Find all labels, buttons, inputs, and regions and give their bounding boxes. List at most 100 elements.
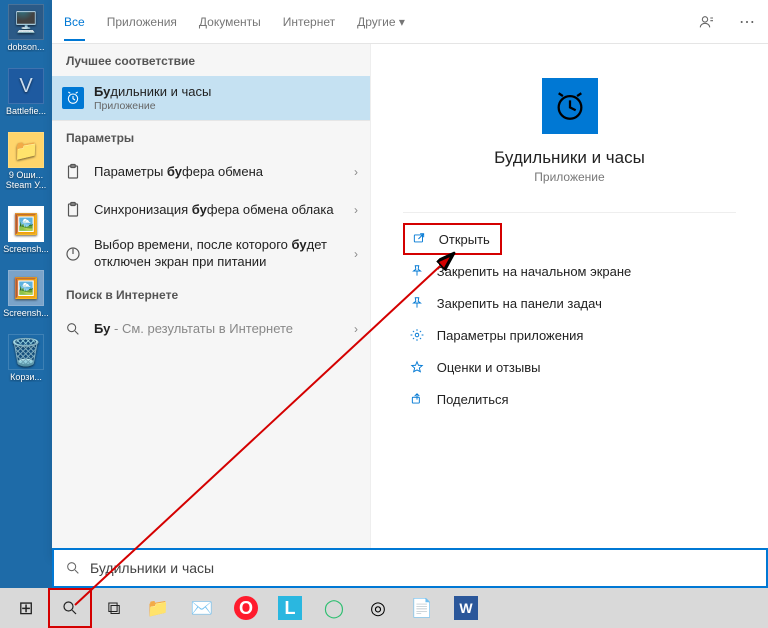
tab-more[interactable]: Другие ▾ — [357, 3, 405, 41]
app-tile — [542, 78, 598, 134]
results-list: Лучшее соответствие Будильники и часы Пр… — [52, 44, 370, 560]
app-icon: L — [278, 596, 302, 620]
action-label: Закрепить на панели задач — [437, 296, 602, 311]
tab-documents[interactable]: Документы — [199, 3, 261, 41]
opera-icon: O — [234, 596, 258, 620]
action-label: Параметры приложения — [437, 328, 584, 343]
alarm-clock-icon — [62, 87, 84, 109]
recycle-bin-icon: 🗑️ — [8, 334, 44, 370]
gear-icon — [409, 327, 425, 343]
clipboard-icon — [62, 199, 84, 221]
desktop-icon-label: Screensh... — [2, 308, 50, 318]
windows-icon: ⊞ — [18, 598, 33, 619]
desktop-icon-label: dobson... — [2, 42, 50, 52]
mail-icon: ✉️ — [191, 598, 213, 619]
taskbar-search-button[interactable] — [48, 588, 92, 628]
desktop-icon-glyph: V — [8, 68, 44, 104]
share-icon — [409, 391, 425, 407]
tab-all[interactable]: Все — [64, 3, 85, 41]
desktop-icon-glyph: 🖥️ — [8, 4, 44, 40]
search-icon — [61, 599, 79, 617]
section-web: Поиск в Интернете — [52, 278, 370, 310]
result-settings-power[interactable]: Выбор времени, после которого будет откл… — [52, 229, 370, 278]
action-label: Закрепить на начальном экране — [437, 264, 632, 279]
tab-web[interactable]: Интернет — [283, 3, 335, 41]
search-icon — [62, 318, 84, 340]
result-web-search[interactable]: Бу - См. результаты в Интернете › — [52, 310, 370, 348]
desktop: 🖥️ dobson... V Battlefie... 📁9 Оши... Stea… — [0, 0, 52, 560]
tab-apps[interactable]: Приложения — [107, 3, 177, 41]
start-button[interactable]: ⊞ — [4, 588, 48, 628]
app-type: Приложение — [534, 170, 604, 184]
search-icon — [64, 559, 82, 577]
taskbar-opera[interactable]: O — [224, 588, 268, 628]
action-reviews[interactable]: Оценки и отзывы — [403, 351, 736, 383]
action-pin-taskbar[interactable]: Закрепить на панели задач — [403, 287, 736, 319]
action-open[interactable]: Открыть — [403, 223, 502, 255]
action-label: Поделиться — [437, 392, 509, 407]
taskbar-mail[interactable]: ✉️ — [180, 588, 224, 628]
taskbar-app-l[interactable]: L — [268, 588, 312, 628]
desktop-icon[interactable]: V Battlefie... — [2, 68, 50, 116]
chevron-right-icon: › — [354, 203, 358, 217]
desktop-icon[interactable]: 🗑️ Корзи... — [2, 334, 50, 382]
result-title: Выбор времени, после которого будет откл… — [94, 237, 344, 270]
folder-icon: 📁 — [147, 598, 169, 619]
orb-icon: ◯ — [324, 598, 344, 619]
details-pane: Будильники и часы Приложение Открыть Зак… — [370, 44, 768, 560]
taskbar: ⊞ ⧉ 📁 ✉️ O L ◯ ◎ 📄 W — [0, 588, 768, 628]
power-icon — [62, 243, 84, 265]
desktop-icon[interactable]: 🖥️ dobson... — [2, 4, 50, 52]
search-tabs: Все Приложения Документы Интернет Другие… — [52, 0, 768, 44]
result-best-match[interactable]: Будильники и часы Приложение — [52, 76, 370, 120]
open-icon — [411, 231, 427, 247]
pin-icon — [409, 263, 425, 279]
taskbar-word[interactable]: W — [444, 588, 488, 628]
desktop-icon-label: Battlefie... — [2, 106, 50, 116]
chevron-right-icon: › — [354, 165, 358, 179]
task-view-button[interactable]: ⧉ — [92, 588, 136, 628]
result-subtitle: Приложение — [94, 100, 358, 112]
taskbar-chrome[interactable]: ◎ — [356, 588, 400, 628]
taskbar-doc[interactable]: 📄 — [400, 588, 444, 628]
chevron-right-icon: › — [354, 322, 358, 336]
folder-icon: 📁 — [8, 132, 44, 168]
result-title: Бу - См. результаты в Интернете — [94, 321, 344, 337]
result-settings-clipboard[interactable]: Параметры буфера обмена › — [52, 153, 370, 191]
action-share[interactable]: Поделиться — [403, 383, 736, 415]
more-icon[interactable]: ⋯ — [738, 13, 756, 31]
pin-icon — [409, 295, 425, 311]
image-icon: 🖼️ — [8, 270, 44, 306]
star-icon — [409, 359, 425, 375]
action-label: Оценки и отзывы — [437, 360, 541, 375]
clipboard-icon — [62, 161, 84, 183]
result-title: Синхронизация буфера обмена облака — [94, 202, 344, 218]
action-pin-start[interactable]: Закрепить на начальном экране — [403, 255, 736, 287]
result-title: Параметры буфера обмена — [94, 164, 344, 180]
desktop-icon[interactable]: 🖼️ Screensh... — [2, 270, 50, 318]
word-icon: W — [454, 596, 478, 620]
search-input[interactable] — [90, 560, 756, 576]
result-title: Будильники и часы — [94, 84, 358, 100]
desktop-icon-label: 9 Оши... Steam У... — [2, 170, 50, 190]
desktop-icon-label: Корзи... — [2, 372, 50, 382]
desktop-icon[interactable]: 🖼️ Screensh... — [2, 206, 50, 254]
desktop-icon[interactable]: 📁9 Оши... Steam У... — [2, 132, 50, 190]
action-app-settings[interactable]: Параметры приложения — [403, 319, 736, 351]
image-icon: 🖼️ — [8, 206, 44, 242]
document-icon: 📄 — [411, 598, 433, 619]
alarm-clock-icon — [553, 89, 587, 123]
section-settings: Параметры — [52, 121, 370, 153]
section-best-match: Лучшее соответствие — [52, 44, 370, 76]
taskview-icon: ⧉ — [108, 598, 121, 619]
taskbar-orb[interactable]: ◯ — [312, 588, 356, 628]
chevron-right-icon: › — [354, 247, 358, 261]
app-name: Будильники и часы — [494, 148, 645, 168]
result-settings-clipboard-sync[interactable]: Синхронизация буфера обмена облака › — [52, 191, 370, 229]
feedback-icon[interactable] — [698, 13, 716, 31]
taskbar-explorer[interactable]: 📁 — [136, 588, 180, 628]
search-box[interactable] — [52, 548, 768, 588]
desktop-icon-label: Screensh... — [2, 244, 50, 254]
app-actions: Открыть Закрепить на начальном экране За… — [403, 223, 736, 415]
search-panel: Все Приложения Документы Интернет Другие… — [52, 0, 768, 560]
